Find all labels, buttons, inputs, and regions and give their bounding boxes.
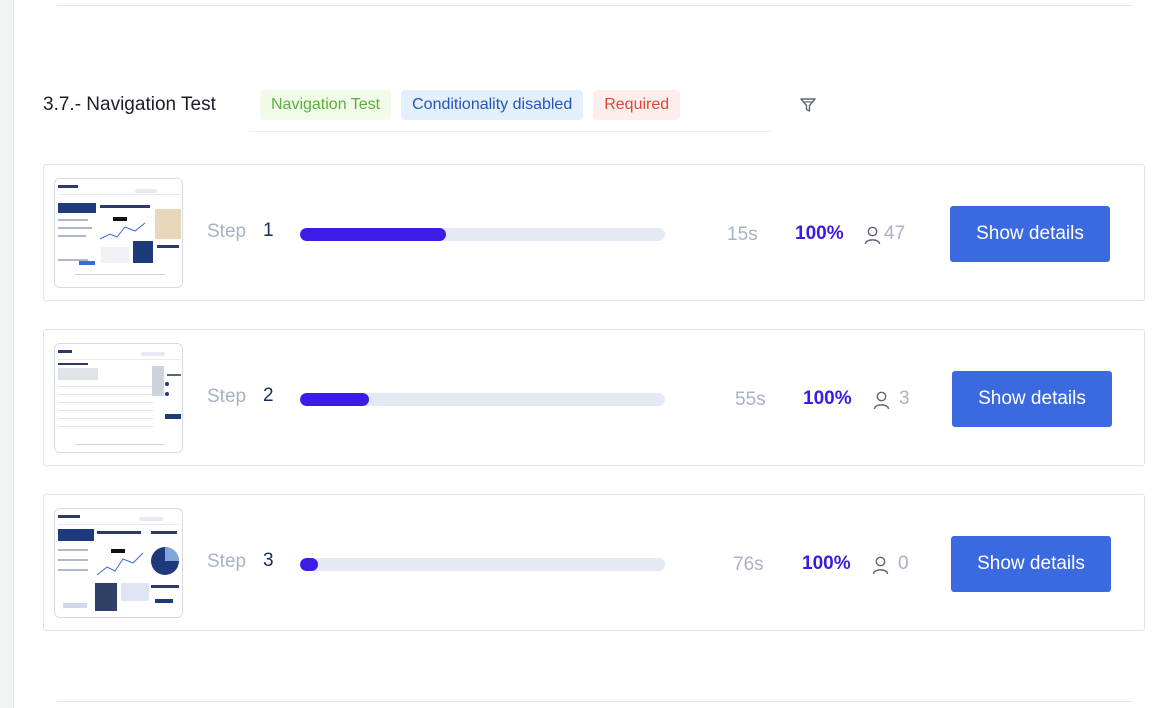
funnel-icon[interactable] xyxy=(799,96,817,114)
show-details-button[interactable]: Show details xyxy=(952,371,1112,427)
completion-percent: 100% xyxy=(795,223,844,244)
step-time: 15s xyxy=(727,224,758,245)
step-thumbnail[interactable] xyxy=(54,178,183,288)
user-count: 47 xyxy=(884,223,906,244)
step-thumbnail[interactable] xyxy=(54,508,183,618)
section-title: 3.7.- Navigation Test xyxy=(43,94,216,115)
completion-percent: 100% xyxy=(803,388,852,409)
step-time: 55s xyxy=(735,389,766,410)
progress-fill xyxy=(300,393,370,406)
show-details-button[interactable]: Show details xyxy=(951,536,1111,592)
progress-fill xyxy=(300,228,446,241)
step-label: Step xyxy=(207,386,247,407)
step-card-2: Step 2 55s 100% 3 Show details xyxy=(43,329,1145,466)
user-icon xyxy=(872,556,889,575)
tag-required: Required xyxy=(593,90,681,120)
user-count: 0 xyxy=(898,553,909,574)
progress-track xyxy=(300,393,665,406)
step-label: Step xyxy=(207,551,247,572)
user-count: 3 xyxy=(899,388,910,409)
step-number: 1 xyxy=(263,220,274,241)
progress-fill xyxy=(300,558,319,571)
completion-percent: 100% xyxy=(802,553,851,574)
tag-navigation-test: Navigation Test xyxy=(260,90,392,120)
user-icon xyxy=(864,226,881,245)
content-panel: 3.7.- Navigation Test Navigation Test Co… xyxy=(13,0,1176,708)
progress-track xyxy=(300,228,665,241)
step-number: 3 xyxy=(263,550,274,571)
show-details-button[interactable]: Show details xyxy=(950,206,1110,262)
step-time: 76s xyxy=(733,554,764,575)
step-card-3: Step 3 76s 100% 0 Show details xyxy=(43,494,1145,631)
user-icon xyxy=(873,391,890,410)
divider-bottom xyxy=(57,701,1132,702)
step-card-1: Step 1 15s 100% 47 Show details xyxy=(43,164,1145,301)
tag-row: Navigation Test Conditionality disabled … xyxy=(260,90,681,120)
tag-row-underline xyxy=(249,131,772,132)
step-label: Step xyxy=(207,221,247,242)
step-number: 2 xyxy=(263,385,274,406)
step-thumbnail[interactable] xyxy=(54,343,183,453)
progress-track xyxy=(300,558,665,571)
tag-conditionality: Conditionality disabled xyxy=(401,90,584,120)
divider-top xyxy=(57,5,1132,6)
